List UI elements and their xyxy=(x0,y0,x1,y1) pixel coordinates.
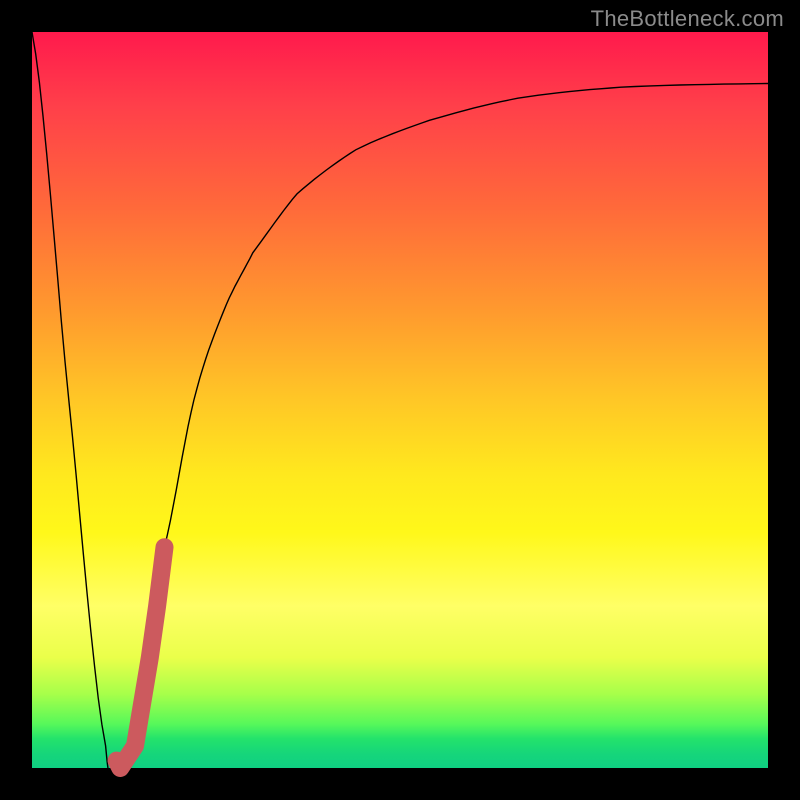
highlight-segment xyxy=(117,547,165,768)
watermark-text: TheBottleneck.com xyxy=(591,6,784,32)
chart-frame: TheBottleneck.com xyxy=(0,0,800,800)
chart-overlay xyxy=(32,32,768,768)
